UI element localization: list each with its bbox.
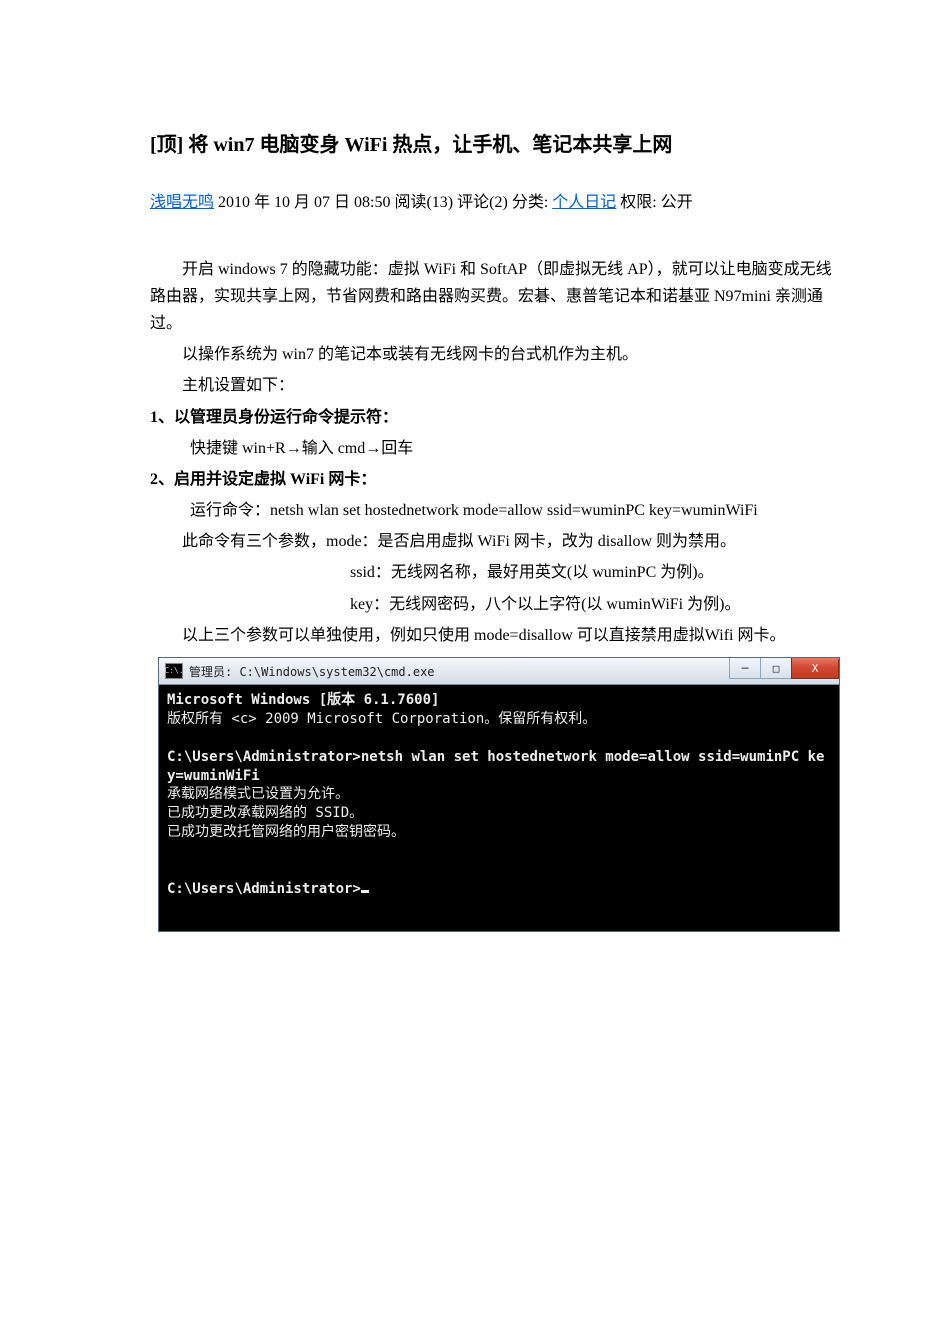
cmd-line: 已成功更改托管网络的用户密钥密码。 [167, 824, 405, 840]
cmd-prompt: C:\Users\Administrator> [167, 749, 361, 765]
paragraph: 以上三个参数可以单独使用，例如只使用 mode=disallow 可以直接禁用虚… [150, 622, 845, 649]
cmd-titlebar[interactable]: C:\. 管理员: C:\Windows\system32\cmd.exe ─ … [159, 658, 839, 685]
cmd-line: Microsoft Windows [版本 6.1.7600] [167, 692, 439, 708]
step-heading-2: 2、启用并设定虚拟 WiFi 网卡： [150, 466, 845, 493]
cmd-line: 版权所有 <c> 2009 Microsoft Corporation。保留所有… [167, 711, 596, 727]
command-text: 运行命令：netsh wlan set hostednetwork mode=a… [150, 497, 845, 524]
paragraph: ssid：无线网名称，最好用英文(以 wuminPC 为例)。 [150, 559, 845, 586]
minimize-button[interactable]: ─ [729, 658, 761, 679]
paragraph: 快捷键 win+R→输入 cmd→回车 [150, 435, 845, 462]
author-link[interactable]: 浅唱无鸣 [150, 194, 214, 211]
paragraph: 开启 windows 7 的隐藏功能：虚拟 WiFi 和 SoftAP（即虚拟无… [150, 256, 845, 338]
close-button[interactable]: X [791, 658, 839, 679]
post-date: 2010 年 10 月 07 日 08:50 [218, 194, 390, 211]
permission-label: 权限: 公开 [620, 194, 692, 211]
article-body: 开启 windows 7 的隐藏功能：虚拟 WiFi 和 SoftAP（即虚拟无… [150, 256, 845, 649]
cmd-line: 已成功更改承载网络的 SSID。 [167, 805, 363, 821]
category-label: 分类: [512, 194, 548, 211]
cmd-title-text: 管理员: C:\Windows\system32\cmd.exe [189, 663, 730, 680]
cursor-icon [361, 890, 369, 893]
read-count: 阅读(13) [394, 194, 453, 211]
paragraph: key：无线网密码，八个以上字符(以 wuminWiFi 为例)。 [150, 591, 845, 618]
comment-count: 评论(2) [457, 194, 508, 211]
maximize-button[interactable]: □ [760, 658, 792, 679]
paragraph: 主机设置如下： [150, 372, 845, 399]
paragraph: 以操作系统为 win7 的笔记本或装有无线网卡的台式机作为主机。 [150, 341, 845, 368]
cmd-prompt: C:\Users\Administrator> [167, 881, 361, 897]
category-link[interactable]: 个人日记 [552, 194, 616, 211]
cmd-output: Microsoft Windows [版本 6.1.7600] 版权所有 <c>… [159, 685, 839, 931]
cmd-line: 承载网络模式已设置为允许。 [167, 786, 349, 802]
page-title: [顶] 将 win7 电脑变身 WiFi 热点，让手机、笔记本共享上网 [150, 130, 845, 160]
cmd-window: C:\. 管理员: C:\Windows\system32\cmd.exe ─ … [158, 657, 840, 932]
post-meta: 浅唱无鸣 2010 年 10 月 07 日 08:50 阅读(13) 评论(2)… [150, 190, 845, 216]
cmd-icon: C:\. [165, 663, 183, 679]
step-heading-1: 1、以管理员身份运行命令提示符： [150, 404, 845, 431]
paragraph: 此命令有三个参数，mode：是否启用虚拟 WiFi 网卡，改为 disallow… [150, 528, 845, 555]
